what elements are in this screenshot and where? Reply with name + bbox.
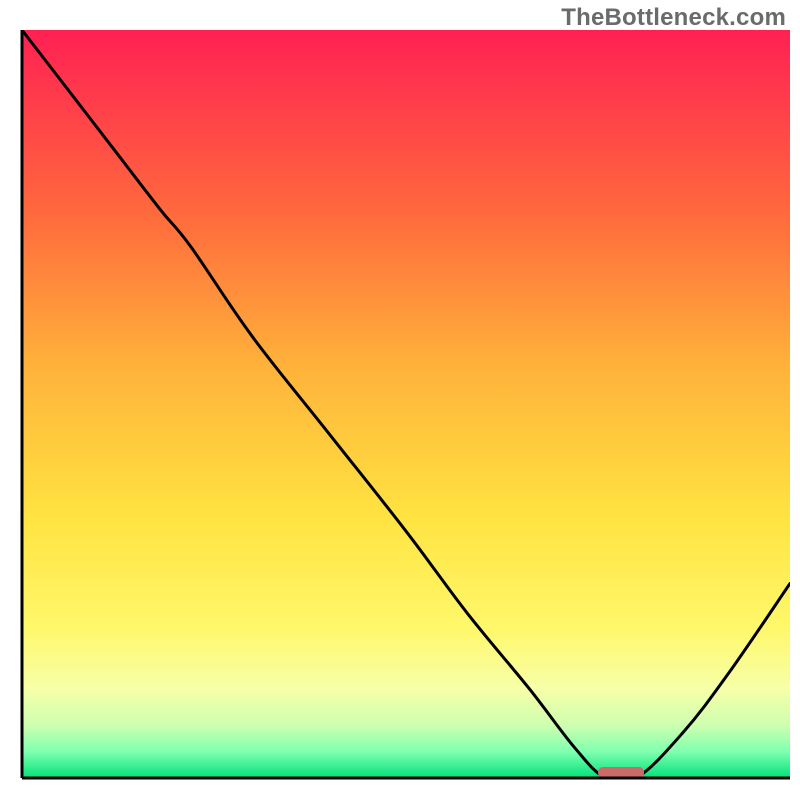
chart-container: TheBottleneck.com	[0, 0, 800, 800]
bottleneck-chart	[0, 0, 800, 800]
optimal-marker	[598, 767, 644, 778]
gradient-background	[22, 30, 790, 778]
